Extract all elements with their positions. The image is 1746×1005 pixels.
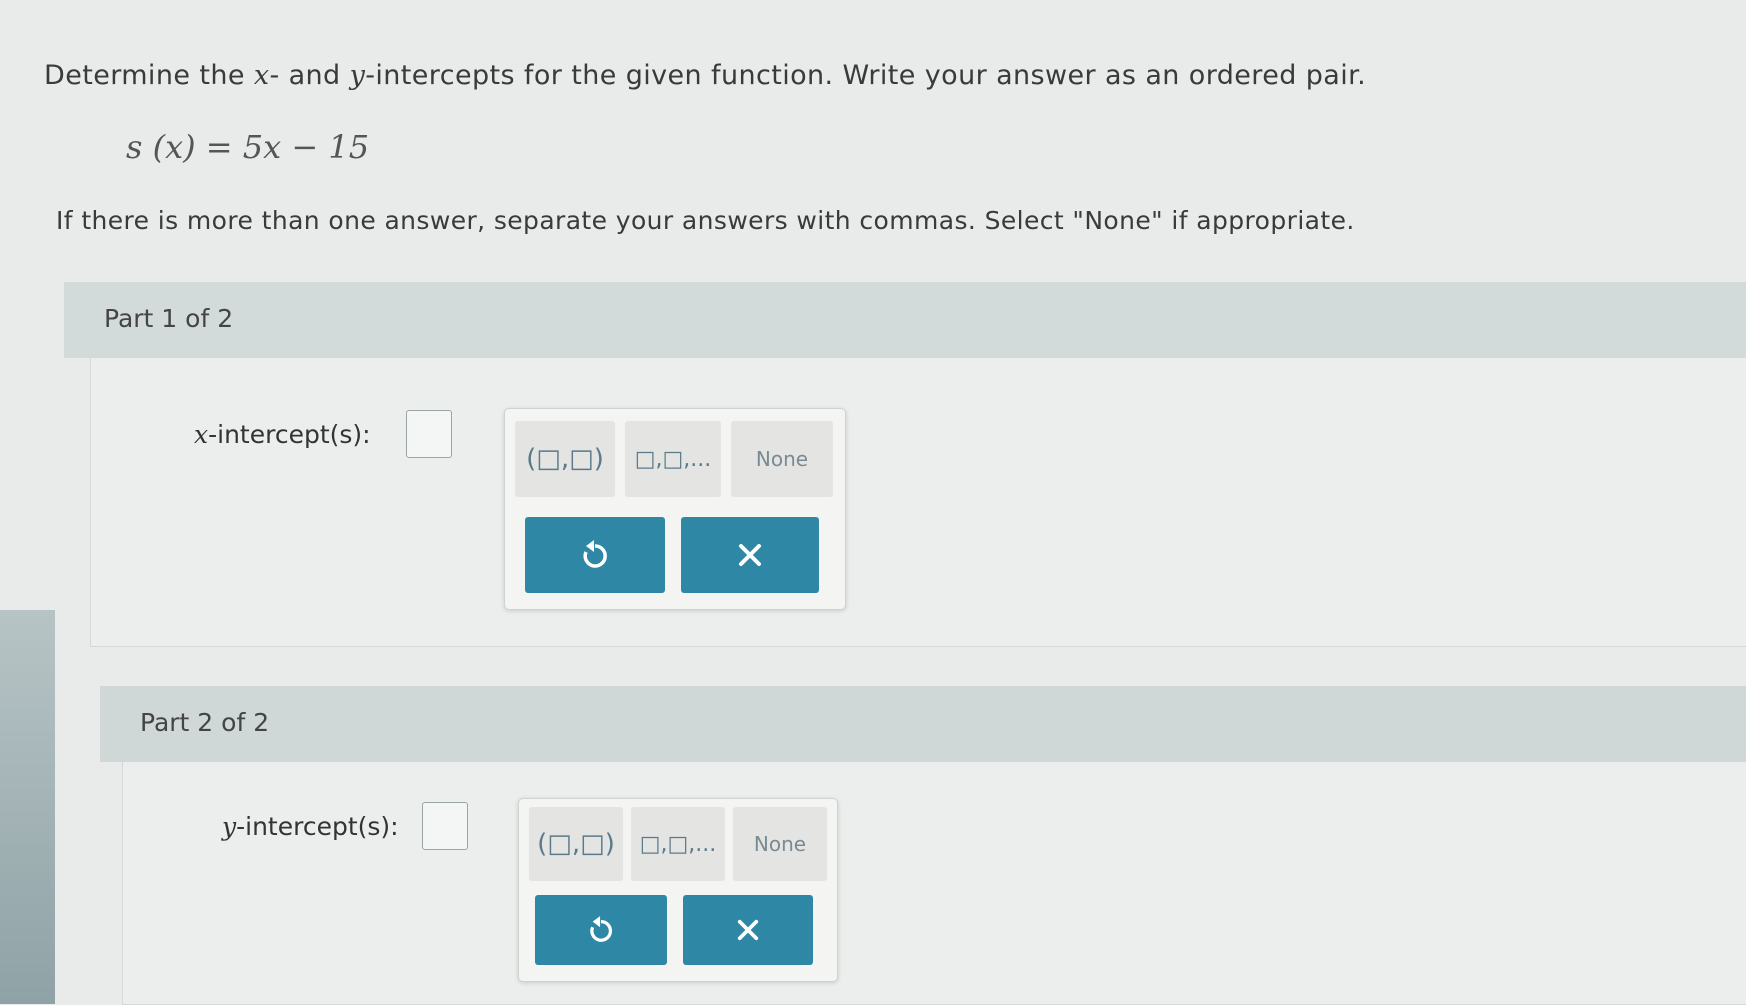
y-intercept-label-text: -intercept(s): <box>236 812 399 841</box>
part-1-body <box>90 358 1746 647</box>
part-1-title: Part 1 of 2 <box>104 304 234 333</box>
part-1-keypad: (□,□) □,□,... None <box>504 408 846 610</box>
close-icon <box>737 542 763 568</box>
undo-icon <box>581 540 609 570</box>
part-1-header: Part 1 of 2 <box>64 282 1746 358</box>
x-intercept-label: x-intercept(s): <box>194 420 371 449</box>
clear-button[interactable] <box>681 517 819 593</box>
prompt-var-x: x <box>253 60 270 91</box>
prompt-text: - and <box>269 60 350 91</box>
ordered-pair-key[interactable]: (□,□) <box>515 421 615 497</box>
y-intercept-answer-box[interactable] <box>422 802 468 850</box>
part-2-keypad: (□,□) □,□,... None <box>518 798 838 982</box>
none-key[interactable]: None <box>731 421 833 497</box>
part-2-title: Part 2 of 2 <box>140 708 270 737</box>
part-2-header: Part 2 of 2 <box>100 686 1746 762</box>
part-2-body <box>122 762 1746 1005</box>
undo-icon <box>588 916 614 944</box>
y-intercept-label: y-intercept(s): <box>222 812 399 841</box>
undo-button[interactable] <box>525 517 665 593</box>
function-equation: s (x) = 5x − 15 <box>126 128 370 166</box>
clear-button[interactable] <box>683 895 813 965</box>
ordered-pair-key[interactable]: (□,□) <box>529 807 623 881</box>
list-key[interactable]: □,□,... <box>625 421 721 497</box>
x-intercept-answer-box[interactable] <box>406 410 452 458</box>
answer-instruction: If there is more than one answer, separa… <box>56 206 1355 235</box>
question-prompt: Determine the x- and y-intercepts for th… <box>44 60 1366 91</box>
prompt-text: Determine the <box>44 60 254 91</box>
prompt-text: -intercepts for the given function. Writ… <box>365 60 1367 91</box>
close-icon <box>736 918 760 942</box>
x-var: x <box>194 420 209 449</box>
background-strip <box>0 610 55 1004</box>
y-var: y <box>222 812 237 841</box>
none-key[interactable]: None <box>733 807 827 881</box>
undo-button[interactable] <box>535 895 667 965</box>
x-intercept-label-text: -intercept(s): <box>208 420 371 449</box>
list-key[interactable]: □,□,... <box>631 807 725 881</box>
prompt-var-y: y <box>349 60 366 91</box>
